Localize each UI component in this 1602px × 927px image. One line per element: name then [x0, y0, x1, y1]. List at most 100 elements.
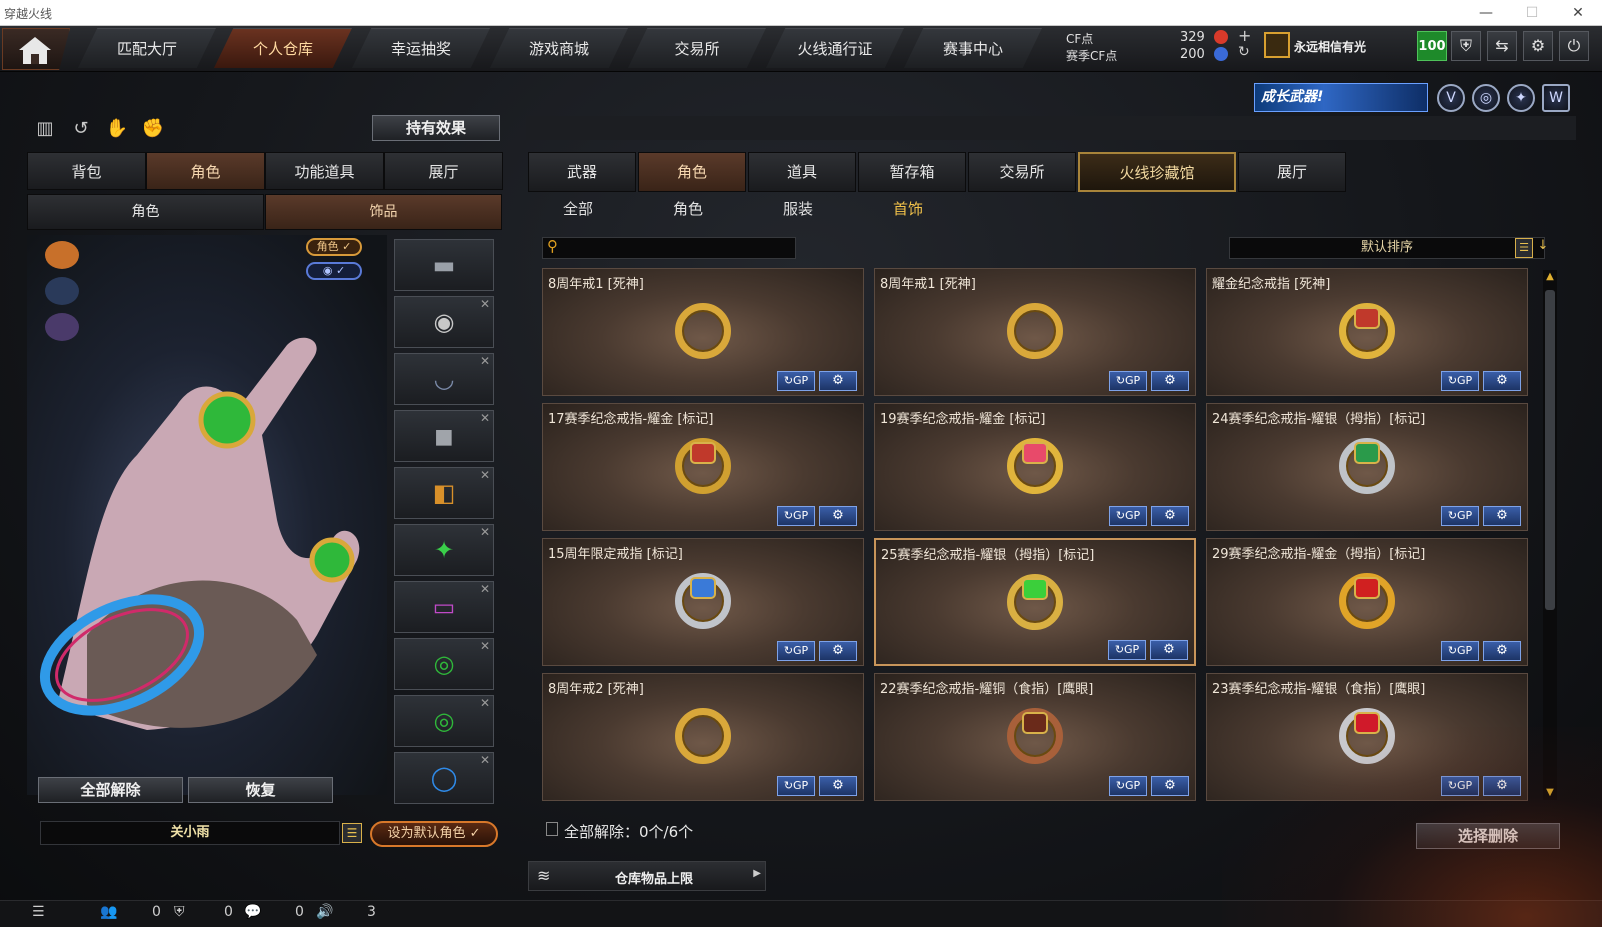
growth-weapon-banner[interactable]: 成长武器!	[1254, 83, 1428, 112]
close-button[interactable]: ✕	[1556, 0, 1600, 26]
menu-icon[interactable]: ☰	[32, 904, 45, 920]
switch-icon[interactable]: ⇆	[1487, 31, 1517, 61]
category-3[interactable]: 首饰	[858, 198, 958, 219]
helmet-tab-icon[interactable]	[45, 241, 79, 269]
sort-list-icon[interactable]: ☰	[1515, 238, 1533, 258]
item-settings-icon[interactable]: ⚙	[1150, 640, 1188, 660]
equip-slot-1[interactable]: ✕ ◉	[394, 296, 494, 348]
mask-tab-icon[interactable]	[45, 277, 79, 305]
category-1[interactable]: 角色	[638, 198, 738, 219]
equip-slot-7[interactable]: ✕ ◎	[394, 638, 494, 690]
item-card[interactable]: 25赛季纪念戒指-耀银（拇指）[标记] ↻GP ⚙	[874, 538, 1196, 666]
clan-icon[interactable]: ⛨	[174, 904, 185, 920]
right-tab-0[interactable]: 武器	[528, 152, 636, 192]
item-settings-icon[interactable]: ⚙	[1483, 506, 1521, 526]
gp-convert-button[interactable]: ↻GP	[1109, 776, 1147, 796]
nav-tab-2[interactable]: 幸运抽奖	[352, 28, 490, 68]
scroll-thumb[interactable]	[1545, 290, 1555, 610]
left-tab-3[interactable]: 展厅	[384, 152, 503, 190]
item-card[interactable]: 24赛季纪念戒指-耀银（拇指）[标记] ↻GP ⚙	[1206, 403, 1528, 531]
gp-convert-button[interactable]: ↻GP	[777, 371, 815, 391]
nav-tab-3[interactable]: 游戏商城	[490, 28, 628, 68]
nav-tab-5[interactable]: 火线通行证	[766, 28, 904, 68]
item-card[interactable]: 22赛季纪念戒指-耀铜（食指）[鹰眼] ↻GP ⚙	[874, 673, 1196, 801]
expand-icon[interactable]: ▶	[753, 868, 761, 879]
shield-icon[interactable]: ⛨	[1451, 31, 1481, 61]
item-card[interactable]: 19赛季纪念戒指-耀金 [标记] ↻GP ⚙	[874, 403, 1196, 531]
left-subtab-0[interactable]: 角色	[27, 194, 264, 230]
item-settings-icon[interactable]: ⚙	[1483, 371, 1521, 391]
wing-tab-icon[interactable]	[45, 313, 79, 341]
scroll-down-icon[interactable]: ▼	[1543, 786, 1557, 800]
w-badge-icon[interactable]: W	[1542, 84, 1570, 112]
effects-button[interactable]: 持有效果	[372, 115, 500, 141]
item-card[interactable]: 8周年戒1 [死神] ↻GP ⚙	[542, 268, 864, 396]
item-settings-icon[interactable]: ⚙	[819, 506, 857, 526]
item-card[interactable]: 15周年限定戒指 [标记] ↻GP ⚙	[542, 538, 864, 666]
item-card[interactable]: 8周年戒1 [死神] ↻GP ⚙	[874, 268, 1196, 396]
rotate-icon[interactable]: ↺	[68, 116, 94, 142]
equip-slot-6[interactable]: ✕ ▭	[394, 581, 494, 633]
nav-tab-1[interactable]: 个人仓库	[214, 28, 352, 68]
item-settings-icon[interactable]: ⚙	[1483, 641, 1521, 661]
equip-slot-0[interactable]: ▬	[394, 239, 494, 291]
equip-slot-8[interactable]: ✕ ◎	[394, 695, 494, 747]
left-tab-0[interactable]: 背包	[27, 152, 146, 190]
visibility-chip[interactable]: ◉ ✓	[306, 262, 362, 280]
equip-slot-3[interactable]: ✕ ◼	[394, 410, 494, 462]
pose-icon[interactable]: ✋	[104, 116, 130, 142]
sort-direction-icon[interactable]: ↓	[1535, 238, 1551, 258]
refresh-cf-button[interactable]: ↻	[1238, 44, 1250, 60]
nav-tab-4[interactable]: 交易所	[628, 28, 766, 68]
item-settings-icon[interactable]: ⚙	[1151, 506, 1189, 526]
gp-convert-button[interactable]: ↻GP	[777, 641, 815, 661]
storage-limit-bar[interactable]: ≋ 仓库物品上限 ▶	[528, 861, 766, 891]
item-settings-icon[interactable]: ⚙	[1483, 776, 1521, 796]
gp-convert-button[interactable]: ↻GP	[1441, 371, 1479, 391]
item-settings-icon[interactable]: ⚙	[819, 371, 857, 391]
right-tab-4[interactable]: 交易所	[968, 152, 1076, 192]
item-card[interactable]: 29赛季纪念戒指-耀金（拇指）[标记] ↻GP ⚙	[1206, 538, 1528, 666]
power-icon[interactable]: ⏻	[1559, 31, 1589, 61]
role-list-icon[interactable]: ☰	[342, 823, 362, 843]
item-settings-icon[interactable]: ⚙	[1151, 776, 1189, 796]
equip-slot-4[interactable]: ✕ ◧	[394, 467, 494, 519]
gp-convert-button[interactable]: ↻GP	[777, 776, 815, 796]
restore-button[interactable]: 恢复	[188, 777, 333, 803]
equip-slot-2[interactable]: ✕ ◡	[394, 353, 494, 405]
role-name-field[interactable]: 关小雨	[40, 821, 340, 845]
search-input[interactable]: ⚲	[542, 237, 796, 259]
item-settings-icon[interactable]: ⚙	[819, 776, 857, 796]
left-tab-1[interactable]: 角色	[146, 152, 265, 190]
glove-icon[interactable]: ✊	[140, 116, 166, 142]
scroll-up-icon[interactable]: ▲	[1543, 270, 1557, 284]
friends-icon[interactable]: 👥	[100, 904, 117, 920]
right-tab-1[interactable]: 角色	[638, 152, 746, 192]
gp-convert-button[interactable]: ↻GP	[1441, 506, 1479, 526]
right-tab-5[interactable]: 火线珍藏馆	[1078, 152, 1236, 192]
item-card[interactable]: 8周年戒2 [死神] ↻GP ⚙	[542, 673, 864, 801]
set-default-role-button[interactable]: 设为默认角色 ✓	[370, 821, 498, 847]
item-card[interactable]: 耀金纪念戒指 [死神] ↻GP ⚙	[1206, 268, 1528, 396]
right-tab-6[interactable]: 展厅	[1238, 152, 1346, 192]
speaker-icon[interactable]: 🔊	[316, 904, 333, 920]
gp-convert-button[interactable]: ↻GP	[1441, 776, 1479, 796]
gp-convert-button[interactable]: ↻GP	[777, 506, 815, 526]
gp-convert-button[interactable]: ↻GP	[1108, 640, 1146, 660]
gp-convert-button[interactable]: ↻GP	[1441, 641, 1479, 661]
add-cf-button[interactable]: +	[1238, 26, 1251, 45]
select-delete-button[interactable]: 选择删除	[1416, 823, 1560, 849]
equip-slot-5[interactable]: ✕ ✦	[394, 524, 494, 576]
item-card[interactable]: 23赛季纪念戒指-耀银（食指）[鹰眼] ↻GP ⚙	[1206, 673, 1528, 801]
category-2[interactable]: 服装	[748, 198, 848, 219]
home-button[interactable]	[2, 28, 70, 70]
unequip-all-button[interactable]: 全部解除	[38, 777, 183, 803]
category-0[interactable]: 全部	[528, 198, 628, 219]
sort-dropdown[interactable]: 默认排序	[1229, 237, 1545, 259]
gear-icon[interactable]: ⚙	[1523, 31, 1553, 61]
wing-badge-icon[interactable]: ✦	[1507, 84, 1535, 112]
minimize-button[interactable]: —	[1464, 0, 1508, 26]
gp-convert-button[interactable]: ↻GP	[1109, 506, 1147, 526]
nav-tab-0[interactable]: 匹配大厅	[78, 28, 216, 68]
item-card[interactable]: 17赛季纪念戒指-耀金 [标记] ↻GP ⚙	[542, 403, 864, 531]
